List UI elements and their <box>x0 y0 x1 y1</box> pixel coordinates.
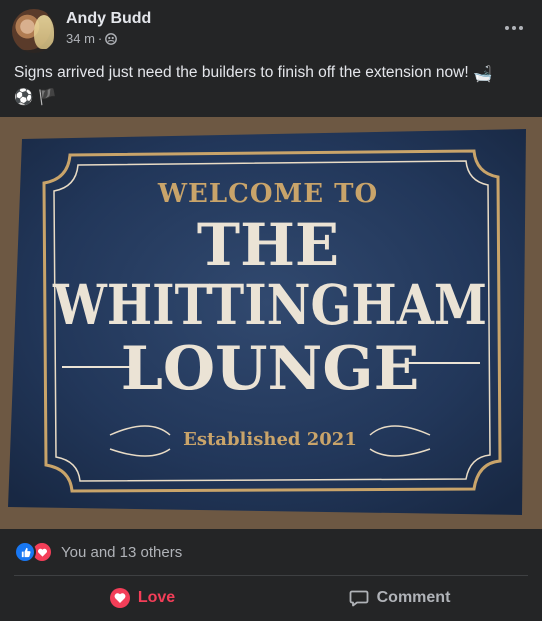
reaction-summary[interactable]: You and 13 others <box>14 540 182 564</box>
reaction-count-text[interactable]: You and 13 others <box>61 544 182 561</box>
wales-flag-emoji: 🏴 <box>37 89 57 106</box>
post-meta: 34 m · <box>66 31 118 47</box>
sign-the-text: THE <box>197 211 339 279</box>
comment-button[interactable]: Comment <box>271 580 528 616</box>
divider <box>14 575 528 576</box>
more-dot <box>505 26 509 30</box>
love-button[interactable]: Love <box>14 580 271 616</box>
comment-icon <box>349 590 369 607</box>
meta-separator: · <box>97 31 103 46</box>
sign-welcome-text: WELCOME TO <box>157 179 378 209</box>
friends-icon[interactable] <box>105 33 118 45</box>
post-actions: Love Comment <box>14 580 528 616</box>
love-label: Love <box>137 589 176 606</box>
more-dot <box>512 26 516 30</box>
like-icon <box>14 541 36 563</box>
post-photo[interactable]: WELCOME TO THE WHITTINGHAM LOUNGE Establ… <box>0 117 542 529</box>
author-name[interactable]: Andy Budd <box>66 9 151 29</box>
sign-image: WELCOME TO THE WHITTINGHAM LOUNGE Establ… <box>0 117 542 529</box>
post-text: Signs arrived just need the builders to … <box>14 62 529 108</box>
sign-established-text: Established 2021 <box>183 429 357 450</box>
love-icon <box>109 588 130 608</box>
more-options-icon[interactable] <box>500 14 528 42</box>
football-emoji: ⚽ <box>14 89 34 106</box>
comment-label: Comment <box>376 589 451 606</box>
sign-lounge-text: LOUNGE <box>121 334 420 404</box>
avatar[interactable] <box>12 9 56 53</box>
bathtub-emoji: 🛁 <box>472 66 493 83</box>
more-dot <box>519 26 523 30</box>
post-header: Andy Budd 34 m · <box>0 0 542 56</box>
facebook-post-card: Andy Budd 34 m · Signs arrived just need… <box>0 0 542 621</box>
post-text-body: Signs arrived just need the builders to … <box>14 64 473 81</box>
sign-name-text: WHITTINGHAM <box>52 272 487 337</box>
post-time[interactable]: 34 m <box>66 31 95 47</box>
